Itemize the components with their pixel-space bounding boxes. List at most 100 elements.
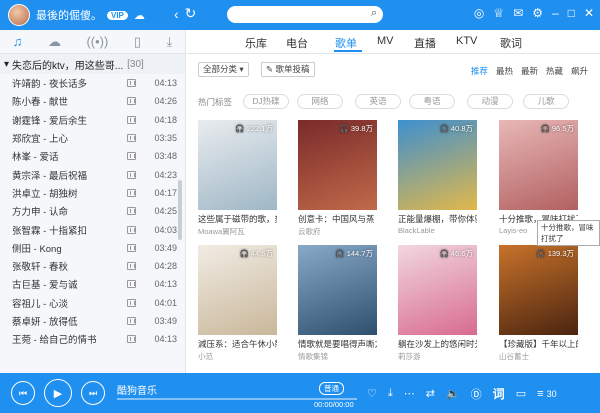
tab-4[interactable]: 直播	[414, 35, 436, 51]
listen-icon[interactable]: ◎	[474, 6, 484, 20]
song-row[interactable]: 侧田 - Kong 03:49	[0, 239, 185, 257]
tab-1[interactable]: 电台	[286, 35, 308, 51]
maximize-icon[interactable]: □	[568, 6, 575, 20]
playlist-title[interactable]: 创意卡：中国风与蒸	[298, 213, 377, 225]
song-row[interactable]: 古巨基 - 爱与诚 04:13	[0, 275, 185, 293]
shuffle-icon[interactable]: ⇄	[426, 387, 435, 400]
download-icon[interactable]: ⤓	[388, 387, 393, 400]
mv-icon[interactable]	[127, 79, 137, 88]
song-row[interactable]: 王菀 - 给自己的情书 04:13	[0, 330, 185, 348]
sort-link[interactable]: 飙升	[571, 65, 588, 77]
tab-0[interactable]: 乐库	[245, 35, 267, 51]
mv-icon[interactable]	[127, 225, 137, 234]
playlist-author[interactable]: 云歌府	[298, 226, 377, 237]
song-row[interactable]: 郑欣宜 - 上心 03:35	[0, 129, 185, 147]
song-row[interactable]: 陈小春 - 献世 04:26	[0, 92, 185, 110]
song-row[interactable]: 黄宗泽 - 最后祝福 04:23	[0, 165, 185, 183]
mv-icon[interactable]	[127, 280, 137, 289]
favorite-icon[interactable]: ♡	[367, 387, 377, 400]
song-row[interactable]: 蔡卓妍 - 放得低 03:49	[0, 312, 185, 330]
playlist-card[interactable]: 🎧 96.5万 十分推歌，冒味打扰了 Layis-eo	[499, 120, 578, 235]
tag-button[interactable]: DJ热碟	[243, 94, 289, 109]
minimize-icon[interactable]: –	[552, 6, 559, 20]
cloud-icon[interactable]: ☁	[48, 34, 61, 50]
music-note-icon[interactable]: ♫	[13, 34, 23, 49]
submit-playlist-button[interactable]: ✎ 歌单投稿	[261, 62, 315, 77]
mv-icon[interactable]	[127, 115, 137, 124]
radio-icon[interactable]: ((•))	[86, 34, 108, 49]
playlist-title[interactable]: 情歌就是要唱得声嘶力	[298, 338, 377, 350]
search-input[interactable]: ⌕	[227, 6, 383, 23]
mv-icon[interactable]	[127, 262, 137, 271]
sort-link[interactable]: 最新	[521, 65, 538, 77]
tag-button[interactable]: 网络	[297, 94, 343, 109]
sound-effect-icon[interactable]: Ⓓ	[471, 386, 482, 402]
collapse-arrow-icon[interactable]: ▾	[4, 59, 9, 70]
tag-button[interactable]: 英语	[355, 94, 401, 109]
search-icon[interactable]: ⌕	[371, 7, 377, 20]
playlist-cover[interactable]: 🎧 139.3万	[499, 245, 578, 335]
playlist-title[interactable]: ▾ 失恋后的ktv，用这些哥... [30]	[0, 54, 185, 74]
mv-icon[interactable]	[127, 188, 137, 197]
playlist-title[interactable]: 減压系：适合午休小憩	[198, 338, 277, 350]
cloud-icon[interactable]: ☁	[134, 9, 145, 22]
tag-button[interactable]: 儿歌	[523, 94, 569, 109]
volume-icon[interactable]: 🔈	[446, 387, 460, 400]
sort-link[interactable]: 推荐	[471, 65, 488, 77]
playlist-card[interactable]: 🎧 39.8万 创意卡：中国风与蒸 云歌府	[298, 120, 377, 237]
username[interactable]: 最後的倔傻。	[36, 7, 102, 23]
skin-icon[interactable]: ♕	[493, 6, 504, 20]
mv-icon[interactable]	[127, 207, 137, 216]
sort-link[interactable]: 热藏	[546, 65, 563, 77]
song-row[interactable]: 方力申 - 认命 04:25	[0, 202, 185, 220]
avatar[interactable]	[8, 4, 30, 26]
refresh-icon[interactable]: ↻	[185, 5, 197, 22]
prev-button[interactable]: ⏮	[11, 381, 35, 405]
tab-2[interactable]: 歌单	[335, 35, 357, 51]
tab-5[interactable]: KTV	[456, 35, 477, 47]
tag-button[interactable]: 粤语	[409, 94, 455, 109]
playlist-title[interactable]: 躺在沙发上的悠闲时光	[398, 338, 477, 350]
song-row[interactable]: 谢霆锋 - 爱后余生 04:18	[0, 111, 185, 129]
song-row[interactable]: 许靖韵 - 夜长话多 04:13	[0, 74, 185, 92]
next-button[interactable]: ⏭	[81, 381, 105, 405]
play-button[interactable]: ▶	[44, 379, 72, 407]
song-row[interactable]: 林峯 - 爱话 03:48	[0, 147, 185, 165]
vip-badge[interactable]: VIP	[107, 10, 128, 20]
comment-icon[interactable]: ▭	[516, 387, 526, 400]
playlist-author[interactable]: BlackLable	[398, 226, 477, 235]
mv-icon[interactable]	[127, 317, 137, 325]
playlist-card[interactable]: 🎧 44.6万 減压系：适合午休小憩 小范	[198, 245, 277, 362]
playlist-card[interactable]: 🎧 46.6万 躺在沙发上的悠闲时光 莉莎游	[398, 245, 477, 362]
mv-icon[interactable]	[127, 97, 137, 106]
playlist-cover[interactable]: 🎧 222.1万	[198, 120, 277, 210]
playlist-title[interactable]: 正能量爆棚，带你体验	[398, 213, 477, 225]
playlist-author[interactable]: 山谷蓄士	[499, 351, 578, 362]
download-icon[interactable]: ⤓	[166, 34, 172, 50]
all-categories-button[interactable]: 全部分类 ▾	[198, 62, 249, 77]
tab-3[interactable]: MV	[377, 35, 394, 47]
close-icon[interactable]: ✕	[584, 6, 594, 20]
song-row[interactable]: 洪卓立 - 胡独树 04:17	[0, 184, 185, 202]
scrollbar[interactable]	[178, 180, 182, 240]
playlist-title[interactable]: 【珍藏版】千年以上的	[499, 338, 578, 350]
mv-icon[interactable]	[127, 152, 137, 161]
mv-icon[interactable]	[127, 170, 137, 179]
lyric-button[interactable]: 词	[493, 385, 505, 402]
playlist-cover[interactable]: 🎧 46.6万	[398, 245, 477, 335]
playlist-cover[interactable]: 🎧 39.8万	[298, 120, 377, 210]
playlist-cover[interactable]: 🎧 40.8万	[398, 120, 477, 210]
more-icon[interactable]: ⋯	[404, 387, 415, 400]
song-row[interactable]: 张敬轩 - 春秋 04:28	[0, 257, 185, 275]
phone-icon[interactable]: ▯	[134, 34, 141, 50]
song-row[interactable]: 容祖儿 - 心淡 04:01	[0, 294, 185, 312]
playlist-card[interactable]: 🎧 144.7万 情歌就是要唱得声嘶力 情歌集锦	[298, 245, 377, 362]
tab-6[interactable]: 歌词	[500, 35, 522, 51]
back-arrow-icon[interactable]: ‹	[174, 6, 179, 22]
sort-link[interactable]: 最热	[496, 65, 513, 77]
playlist-title[interactable]: 这些属于磁带的歌，刻	[198, 213, 277, 225]
playlist-cover[interactable]: 🎧 44.6万	[198, 245, 277, 335]
tag-button[interactable]: 动漫	[467, 94, 513, 109]
playlist-cover[interactable]: 🎧 144.7万	[298, 245, 377, 335]
queue-icon[interactable]: ≡ 30	[537, 388, 557, 400]
